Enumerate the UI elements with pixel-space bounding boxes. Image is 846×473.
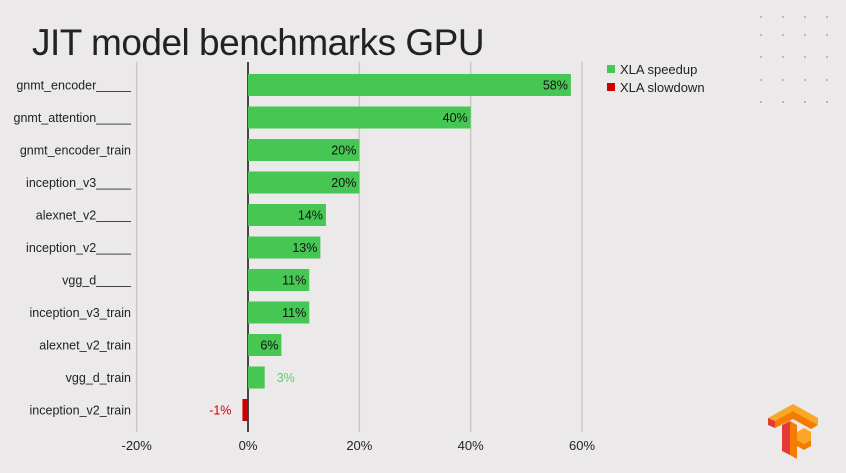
decor-dot: [826, 16, 828, 18]
legend-label: XLA slowdown: [620, 80, 705, 95]
x-tick-label: 20%: [346, 438, 372, 453]
data-label: 11%: [282, 274, 306, 288]
x-tick-label: 60%: [569, 438, 595, 453]
category-label: gnmt_encoder_train: [20, 144, 131, 158]
decor-dot: [760, 79, 762, 81]
category-label: vgg_d_train: [66, 371, 131, 385]
bar: [248, 106, 471, 129]
decor-dot: [804, 101, 806, 103]
logo-facet: [782, 421, 790, 455]
legend-label: XLA speedup: [620, 62, 697, 77]
decor-dot: [782, 56, 784, 58]
decor-dot: [804, 56, 806, 58]
decor-dot: [804, 34, 806, 36]
bar-chart: -20% 0% 20% 40% 60% gnmt_encoder_____ 58% gnmt_…: [14, 16, 828, 459]
decor-dot: [826, 101, 828, 103]
category-label: inception_v2_____: [26, 241, 132, 255]
category-label: inception_v2_train: [30, 404, 132, 418]
data-label: 20%: [331, 176, 356, 190]
x-tick-label: 0%: [239, 438, 258, 453]
data-label: 3%: [277, 371, 295, 385]
category-label: gnmt_attention_____: [14, 111, 133, 125]
decor-dot: [760, 101, 762, 103]
data-label: 20%: [331, 144, 356, 158]
data-label: 40%: [443, 111, 468, 125]
decor-dot: [782, 16, 784, 18]
decor-dot: [826, 56, 828, 58]
data-label: 6%: [260, 339, 278, 353]
data-label: 58%: [543, 79, 568, 93]
data-label: 13%: [292, 241, 317, 255]
decor-dot: [782, 79, 784, 81]
category-label: inception_v3_train: [30, 306, 132, 320]
decor-dot: [782, 34, 784, 36]
category-label: alexnet_v2_____: [36, 209, 132, 223]
bar: [248, 366, 265, 389]
legend-swatch: [607, 65, 615, 73]
logo-facet: [790, 421, 797, 459]
data-label: -1%: [209, 404, 231, 418]
x-tick-label: 40%: [458, 438, 484, 453]
decor-dot: [760, 34, 762, 36]
decor-dot: [782, 101, 784, 103]
data-label: 11%: [282, 306, 306, 320]
decor-dot: [826, 79, 828, 81]
category-label: inception_v3_____: [26, 176, 132, 190]
legend-swatch: [607, 83, 615, 91]
category-label: gnmt_encoder_____: [16, 79, 132, 93]
category-label: vgg_d_____: [62, 274, 132, 288]
bar: [242, 399, 248, 421]
category-label: alexnet_v2_train: [39, 339, 131, 353]
x-tick-label: -20%: [121, 438, 152, 453]
decor-dot: [826, 34, 828, 36]
tensorflow-logo-icon: [768, 404, 818, 459]
bar: [248, 74, 571, 96]
decor-dot: [804, 79, 806, 81]
decor-dot: [760, 16, 762, 18]
data-label: 14%: [298, 209, 323, 223]
decor-dot: [804, 16, 806, 18]
decor-dot: [760, 56, 762, 58]
